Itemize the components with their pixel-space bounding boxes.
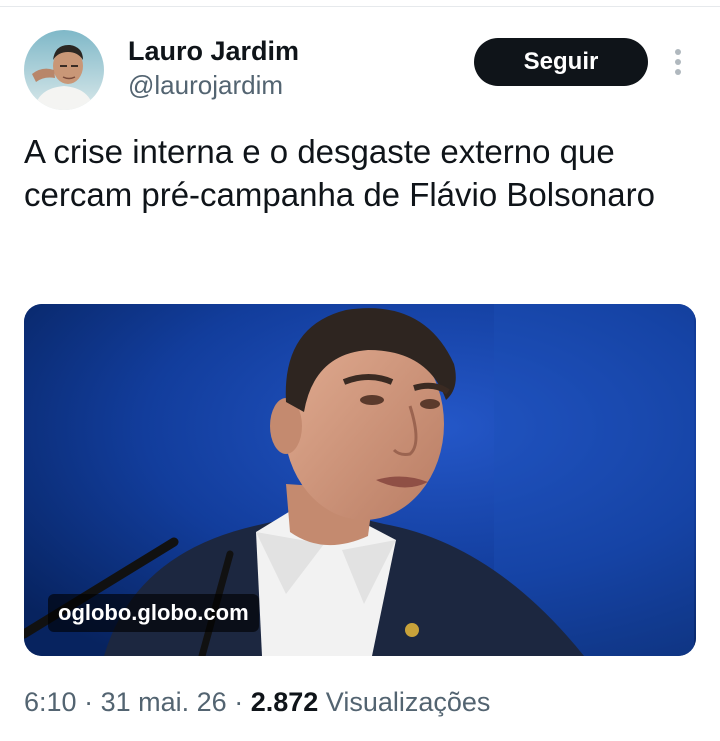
- follow-button[interactable]: Seguir: [474, 38, 648, 86]
- views-label: Visualizações: [325, 687, 491, 717]
- user-handle[interactable]: @laurojardim: [128, 68, 299, 102]
- author-info: Lauro Jardim @laurojardim: [128, 34, 299, 102]
- more-vertical-icon[interactable]: [666, 44, 690, 80]
- tweet-meta: 6:10 · 31 mai. 26 · 2.872 Visualizações: [24, 683, 696, 721]
- meta-separator: ·: [234, 687, 244, 717]
- tweet-header: Lauro Jardim @laurojardim Seguir: [24, 30, 696, 110]
- views-count: 2.872: [250, 687, 319, 717]
- top-divider: [0, 0, 720, 7]
- meta-separator: ·: [84, 687, 94, 717]
- link-card-domain: oglobo.globo.com: [48, 594, 259, 632]
- avatar[interactable]: [24, 30, 104, 110]
- avatar-image: [24, 30, 104, 110]
- tweet-text: A crise interna e o desgaste externo que…: [24, 133, 655, 213]
- tweet-time[interactable]: 6:10: [24, 687, 77, 717]
- display-name[interactable]: Lauro Jardim: [128, 34, 299, 68]
- link-card[interactable]: oglobo.globo.com: [24, 304, 696, 656]
- tweet-date[interactable]: 31 mai. 26: [101, 687, 227, 717]
